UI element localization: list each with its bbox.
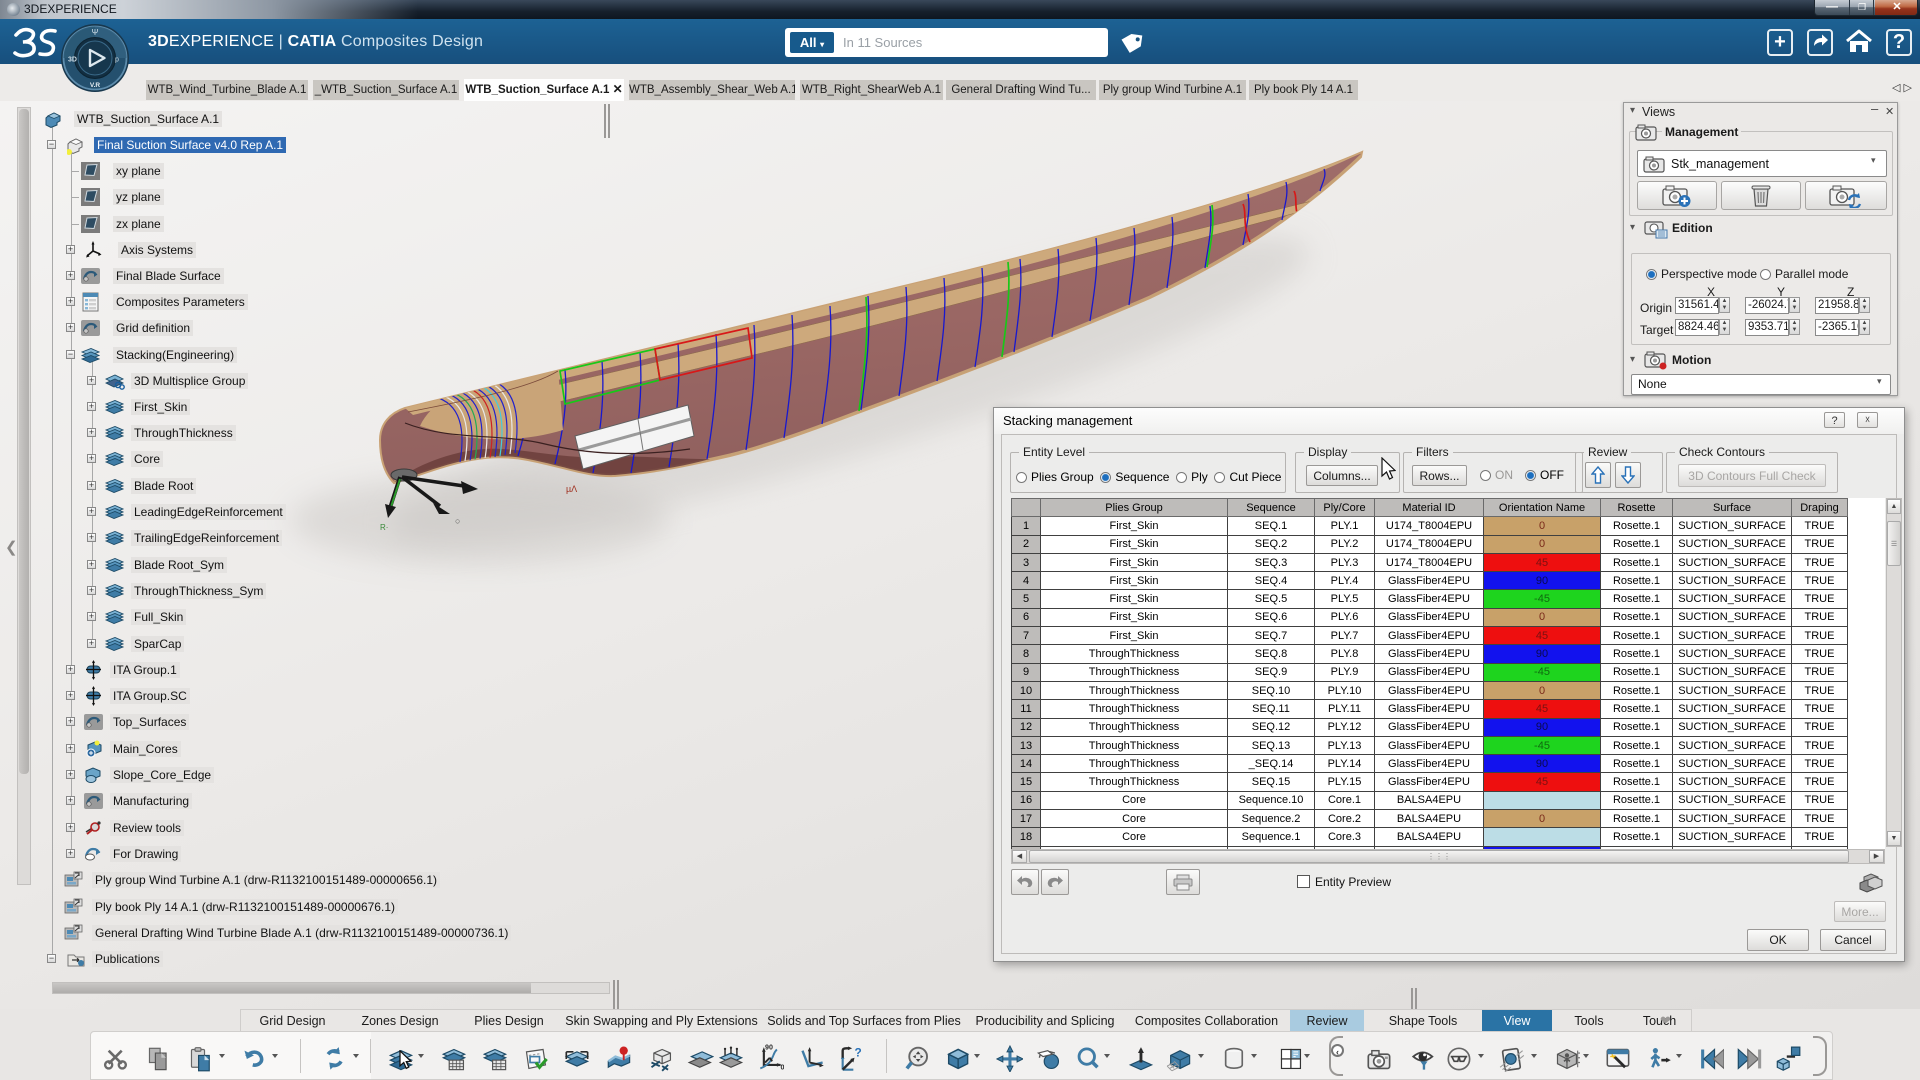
svg-text:V.R: V.R	[90, 82, 101, 89]
svg-text:?: ?	[855, 1046, 862, 1060]
svg-text:0: 0	[780, 1064, 784, 1072]
svg-text:○: ○	[455, 516, 460, 526]
svg-text:µΛ: µΛ	[566, 484, 577, 494]
svg-text:R·: R·	[380, 523, 388, 532]
svg-text:90: 90	[765, 1043, 773, 1051]
svg-text:p: p	[115, 57, 119, 64]
svg-text:Ψ: Ψ	[92, 28, 99, 37]
svg-text:3D: 3D	[68, 57, 77, 64]
